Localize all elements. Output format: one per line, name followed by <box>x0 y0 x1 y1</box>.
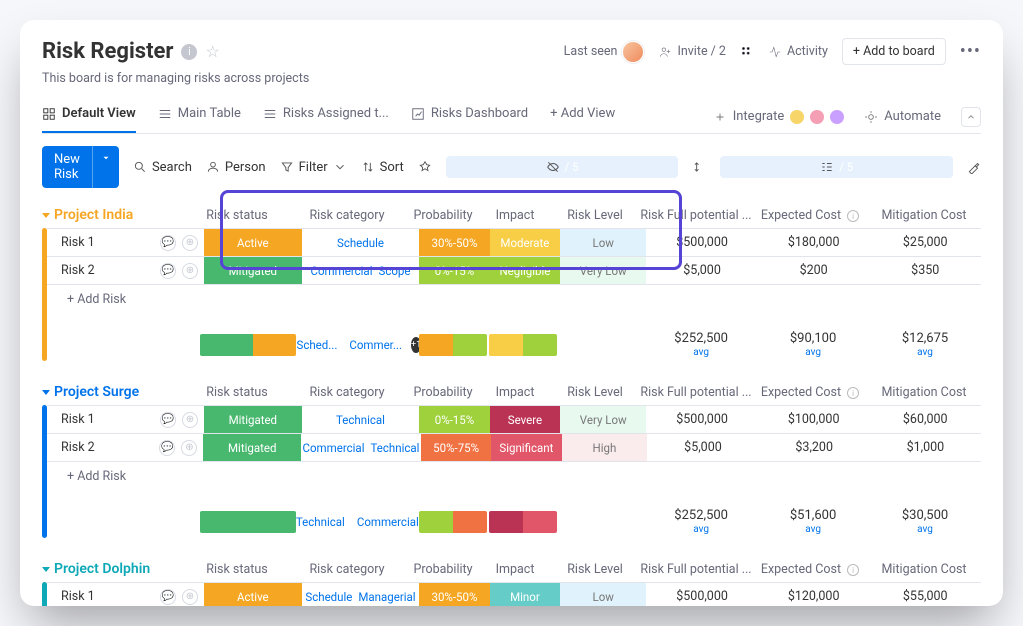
person-filter-button[interactable]: Person <box>206 160 266 175</box>
expand-icon[interactable]: ⊕ <box>182 235 198 251</box>
expand-icon[interactable]: ⊕ <box>181 440 197 456</box>
search-label: Search <box>152 160 192 175</box>
activity-button[interactable]: Activity <box>768 44 828 59</box>
group-project-dolphin: Project Dolphin Risk statusRisk category… <box>42 556 981 606</box>
group-label: / 5 <box>839 160 853 174</box>
expand-icon[interactable]: ⊕ <box>182 412 198 428</box>
tab-risks-dashboard[interactable]: Risks Dashboard <box>411 100 528 133</box>
apps-button[interactable] <box>740 45 754 59</box>
last-seen-label: Last seen <box>564 44 618 59</box>
group-project-surge: Project Surge Risk statusRisk categoryPr… <box>42 379 981 538</box>
collapse-panel-button[interactable] <box>961 107 981 127</box>
chevron-down-icon[interactable] <box>42 213 50 218</box>
group-summary: TechnicalCommercial $252,500avg $51,600a… <box>42 506 981 538</box>
group-title[interactable]: Project Surge <box>42 384 187 400</box>
integrate-button[interactable]: Integrate <box>713 109 845 124</box>
new-risk-dropdown[interactable] <box>92 146 119 188</box>
integrate-label: Integrate <box>733 109 785 124</box>
hide-columns-button[interactable]: / 5 <box>446 156 679 178</box>
board-subtitle: This board is for managing risks across … <box>42 71 981 86</box>
filter-label: Filter <box>299 160 328 175</box>
expand-icon[interactable]: ⊕ <box>182 263 198 279</box>
chat-icon[interactable]: 💬 <box>160 235 176 251</box>
automate-label: Automate <box>884 109 941 124</box>
tab-default-view[interactable]: Default View <box>42 100 136 133</box>
chevron-down-icon[interactable] <box>42 567 50 572</box>
chat-icon[interactable]: 💬 <box>160 263 176 279</box>
pin-button[interactable] <box>418 160 432 174</box>
hide-label: / 5 <box>565 160 579 174</box>
new-risk-label: New Risk <box>42 146 92 188</box>
add-to-board-button[interactable]: + Add to board <box>842 38 946 65</box>
table-row[interactable]: Risk 1💬⊕ Active Schedule 30%-50% Moderat… <box>47 229 981 257</box>
invite-button[interactable]: Invite / 2 <box>658 44 726 59</box>
row-height-button[interactable] <box>692 160 706 174</box>
sort-label: Sort <box>380 160 404 175</box>
last-seen[interactable]: Last seen <box>564 41 645 63</box>
sort-button[interactable]: Sort <box>361 160 404 175</box>
page-title: Risk Register <box>42 39 173 64</box>
filter-button[interactable]: Filter <box>280 160 347 175</box>
more-icon[interactable]: ••• <box>960 41 981 62</box>
add-risk-button[interactable]: + Add Risk <box>47 285 981 313</box>
chevron-down-icon[interactable] <box>42 390 50 395</box>
search-button[interactable]: Search <box>133 160 192 175</box>
info-icon[interactable]: i <box>181 44 197 60</box>
toolbar: New Risk Search Person Filter Sort / 5 /… <box>42 134 981 202</box>
add-view-button[interactable]: + Add View <box>550 100 615 133</box>
chat-icon[interactable]: 💬 <box>159 440 175 456</box>
group-title[interactable]: Project India <box>42 207 187 223</box>
table-row[interactable]: Risk 1💬⊕ Active ScheduleManagerial 30%-5… <box>47 583 981 606</box>
color-button[interactable] <box>967 160 981 174</box>
table-row[interactable]: Risk 2💬⊕ Mitigated CommercialTechnical 5… <box>47 434 981 462</box>
avatar <box>622 41 644 63</box>
new-risk-button[interactable]: New Risk <box>42 146 119 188</box>
person-label: Person <box>225 160 266 175</box>
table-row[interactable]: Risk 2💬⊕ Mitigated CommercialScope 0%-15… <box>47 257 981 285</box>
group-title[interactable]: Project Dolphin <box>42 561 187 577</box>
expand-icon[interactable]: ⊕ <box>182 589 198 605</box>
table-row[interactable]: Risk 1💬⊕ Mitigated Technical 0%-15% Seve… <box>47 406 981 434</box>
tab-risks-assigned-t-[interactable]: Risks Assigned t... <box>263 100 389 133</box>
chat-icon[interactable]: 💬 <box>160 589 176 605</box>
group-project-india: Project India Risk statusRisk categoryPr… <box>42 202 981 361</box>
tab-main-table[interactable]: Main Table <box>158 100 241 133</box>
favorite-icon[interactable]: ☆ <box>205 42 219 61</box>
invite-label: Invite / 2 <box>677 44 726 59</box>
group-by-button[interactable]: / 5 <box>720 156 953 178</box>
views-tabs: Default View Main Table Risks Assigned t..… <box>42 100 981 134</box>
chat-icon[interactable]: 💬 <box>160 412 176 428</box>
automate-button[interactable]: Automate <box>864 109 941 124</box>
add-risk-button[interactable]: + Add Risk <box>47 462 981 490</box>
group-summary: Sched...Commer...+1 $252,500avg $90,100a… <box>42 329 981 361</box>
activity-label: Activity <box>787 44 828 59</box>
